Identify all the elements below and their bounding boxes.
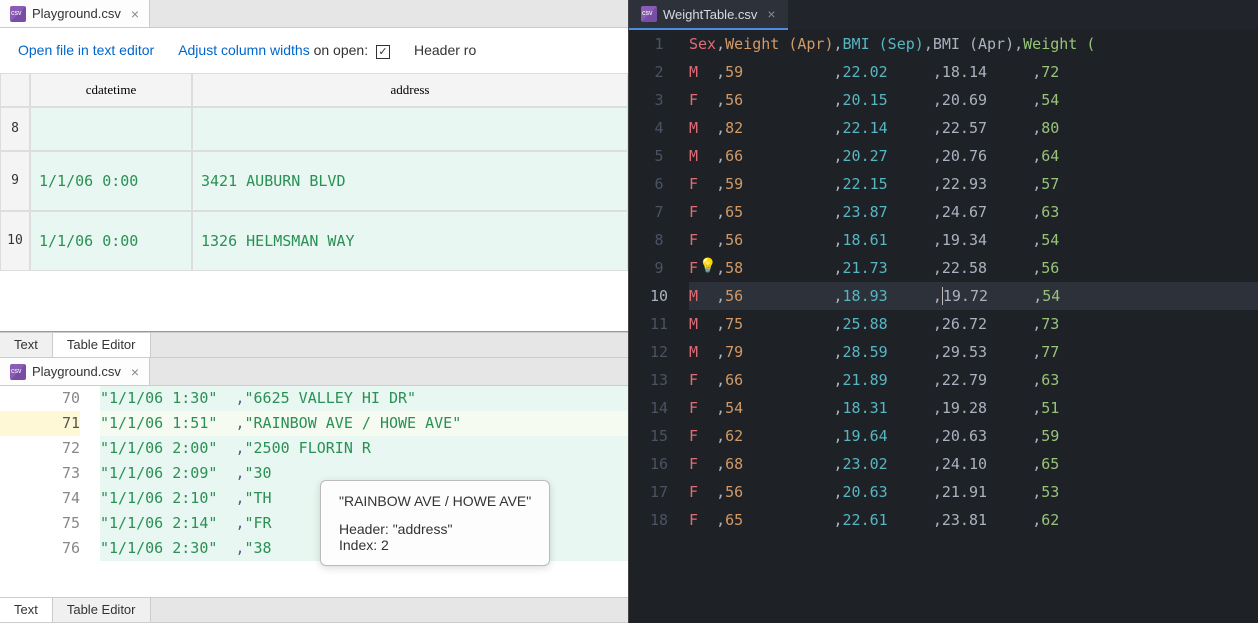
line-number: 6 xyxy=(629,170,689,198)
gutter: 70 71 72 73 74 75 76 xyxy=(0,386,100,597)
tooltip-index: Index: 2 xyxy=(339,537,531,553)
line-number: 15 xyxy=(629,422,689,450)
line-number: 5 xyxy=(629,142,689,170)
code-line: "1/1/06 2:00" ,"2500 FLORIN R xyxy=(100,436,628,461)
corner-header xyxy=(0,73,30,107)
code-line: F ,68 ,23.02 ,24.10 ,65 xyxy=(689,450,1258,478)
cell[interactable]: 1/1/06 0:00 xyxy=(30,151,192,211)
line-number: 11 xyxy=(629,310,689,338)
code-line: "1/1/06 1:30" ,"6625 VALLEY HI DR" xyxy=(100,386,628,411)
row-number[interactable]: 8 xyxy=(0,107,30,151)
line-number: 75 xyxy=(0,511,80,536)
row-number[interactable]: 9 xyxy=(0,151,30,211)
tab-bar-lower: Playground.csv × xyxy=(0,358,628,386)
close-icon[interactable]: × xyxy=(767,6,775,22)
header-row-label: Header ro xyxy=(414,42,476,58)
dark-gutter: 123456789101112131415161718 xyxy=(629,30,689,623)
code-line: M ,56 ,18.93 ,19.72 ,54 xyxy=(689,282,1258,310)
dark-tab-bar: WeightTable.csv × xyxy=(629,0,1258,30)
left-panel: Playground.csv × Open file in text edito… xyxy=(0,0,629,623)
line-number: 16 xyxy=(629,450,689,478)
dark-lines: 💡 Sex,Weight (Apr),BMI (Sep),BMI (Apr),W… xyxy=(689,30,1258,623)
tab-table-editor[interactable]: Table Editor xyxy=(53,598,151,622)
line-number: 17 xyxy=(629,478,689,506)
close-icon[interactable]: × xyxy=(131,6,139,22)
cell[interactable]: 1/1/06 0:00 xyxy=(30,211,192,271)
tab-playground-lower[interactable]: Playground.csv × xyxy=(0,358,150,385)
cell[interactable]: 3421 AUBURN BLVD xyxy=(192,151,628,211)
tab-bar: Playground.csv × xyxy=(0,0,628,28)
code-line: M ,75 ,25.88 ,26.72 ,73 xyxy=(689,310,1258,338)
view-tabs-lower: Text Table Editor xyxy=(0,597,628,623)
view-tabs-upper: Text Table Editor xyxy=(0,332,628,358)
code-line: F ,54 ,18.31 ,19.28 ,51 xyxy=(689,394,1258,422)
code-line: F ,56 ,20.63 ,21.91 ,53 xyxy=(689,478,1258,506)
cell[interactable]: 1326 HELMSMAN WAY xyxy=(192,211,628,271)
tooltip-value: "RAINBOW AVE / HOWE AVE" xyxy=(339,493,531,509)
line-number: 8 xyxy=(629,226,689,254)
code-line: F ,65 ,23.87 ,24.67 ,63 xyxy=(689,198,1258,226)
line-number: 71 xyxy=(0,411,80,436)
on-open-checkbox[interactable]: ✓ xyxy=(376,45,390,59)
code-line: F ,59 ,22.15 ,22.93 ,57 xyxy=(689,170,1258,198)
toolbar: Open file in text editor Adjust column w… xyxy=(0,28,628,73)
line-number: 73 xyxy=(0,461,80,486)
code-line: M ,79 ,28.59 ,29.53 ,77 xyxy=(689,338,1258,366)
tab-text[interactable]: Text xyxy=(0,598,53,622)
code-line: F ,62 ,19.64 ,20.63 ,59 xyxy=(689,422,1258,450)
line-number: 14 xyxy=(629,394,689,422)
line-number: 10 xyxy=(629,282,689,310)
tab-label: Playground.csv xyxy=(32,6,121,21)
code-line: F ,66 ,21.89 ,22.79 ,63 xyxy=(689,366,1258,394)
right-panel: WeightTable.csv × 1234567891011121314151… xyxy=(629,0,1258,623)
tab-table-editor[interactable]: Table Editor xyxy=(53,333,151,357)
hover-tooltip: "RAINBOW AVE / HOWE AVE" Header: "addres… xyxy=(320,480,550,566)
line-number: 72 xyxy=(0,436,80,461)
column-header-address[interactable]: address xyxy=(192,73,628,107)
lightbulb-icon[interactable]: 💡 xyxy=(699,258,716,274)
code-line: M ,82 ,22.14 ,22.57 ,80 xyxy=(689,114,1258,142)
line-number: 7 xyxy=(629,198,689,226)
close-icon[interactable]: × xyxy=(131,364,139,380)
line-number: 70 xyxy=(0,386,80,411)
cell[interactable] xyxy=(30,107,192,151)
tab-weighttable[interactable]: WeightTable.csv × xyxy=(629,0,788,30)
code-line: M ,66 ,20.27 ,20.76 ,64 xyxy=(689,142,1258,170)
on-open-label: on open: xyxy=(314,42,369,58)
code-line: "1/1/06 1:51" ,"RAINBOW AVE / HOWE AVE" xyxy=(100,411,628,436)
csv-icon xyxy=(10,364,26,380)
line-number: 12 xyxy=(629,338,689,366)
line-number: 18 xyxy=(629,506,689,534)
line-number: 1 xyxy=(629,30,689,58)
row-number[interactable]: 10 xyxy=(0,211,30,271)
code-line: F ,58 ,21.73 ,22.58 ,56 xyxy=(689,254,1258,282)
tab-text[interactable]: Text xyxy=(0,333,53,357)
tooltip-header: Header: "address" xyxy=(339,521,531,537)
line-number: 13 xyxy=(629,366,689,394)
line-number: 4 xyxy=(629,114,689,142)
line-number: 9 xyxy=(629,254,689,282)
csv-icon xyxy=(10,6,26,22)
line-number: 2 xyxy=(629,58,689,86)
column-header-cdatetime[interactable]: cdatetime xyxy=(30,73,192,107)
cell[interactable] xyxy=(192,107,628,151)
dark-editor[interactable]: 123456789101112131415161718 💡 Sex,Weight… xyxy=(629,30,1258,623)
table-editor-pane: Playground.csv × Open file in text edito… xyxy=(0,0,628,332)
line-number: 3 xyxy=(629,86,689,114)
code-line: F ,56 ,20.15 ,20.69 ,54 xyxy=(689,86,1258,114)
code-line: Sex,Weight (Apr),BMI (Sep),BMI (Apr),Wei… xyxy=(689,30,1258,58)
tab-label: Playground.csv xyxy=(32,364,121,379)
line-number: 74 xyxy=(0,486,80,511)
code-line: M ,59 ,22.02 ,18.14 ,72 xyxy=(689,58,1258,86)
tab-label: WeightTable.csv xyxy=(663,7,757,22)
csv-icon xyxy=(641,6,657,22)
code-line: F ,65 ,22.61 ,23.81 ,62 xyxy=(689,506,1258,534)
tab-playground[interactable]: Playground.csv × xyxy=(0,0,150,27)
adjust-column-widths-link[interactable]: Adjust column widths xyxy=(178,42,310,58)
open-in-text-editor-link[interactable]: Open file in text editor xyxy=(18,42,154,58)
data-grid: cdatetime address 8 9 1/1/06 0:00 3421 A… xyxy=(0,73,628,271)
code-line: F ,56 ,18.61 ,19.34 ,54 xyxy=(689,226,1258,254)
line-number: 76 xyxy=(0,536,80,561)
